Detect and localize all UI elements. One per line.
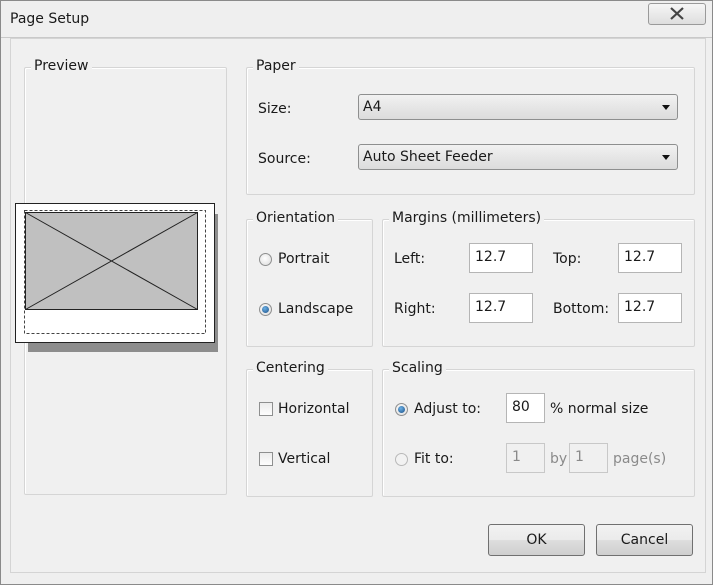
fit-height-value: 1 — [575, 449, 584, 465]
dialog-body: Preview Paper Size: A4 Source: Auto Shee… — [10, 38, 706, 573]
orientation-group: Orientation — [246, 210, 373, 347]
portrait-label[interactable]: Portrait — [278, 251, 329, 267]
right-margin-input[interactable]: 12.7 — [469, 293, 533, 323]
left-margin-input[interactable]: 12.7 — [469, 243, 533, 273]
page-preview — [15, 203, 218, 352]
left-margin-label: Left: — [394, 251, 426, 267]
fit-by-label: by — [550, 451, 568, 467]
paper-label: Paper — [253, 58, 299, 74]
fit-width-input[interactable]: 1 — [506, 443, 545, 473]
ok-button[interactable]: OK — [488, 524, 585, 556]
size-select[interactable]: A4 — [358, 94, 678, 120]
top-margin-input[interactable]: 12.7 — [618, 243, 682, 273]
window-title: Page Setup — [10, 11, 90, 27]
fit-height-input[interactable]: 1 — [569, 443, 608, 473]
horizontal-checkbox[interactable] — [259, 402, 273, 416]
left-margin-value: 12.7 — [475, 249, 507, 265]
fit-suffix: page(s) — [613, 451, 667, 467]
scaling-label: Scaling — [389, 360, 446, 376]
landscape-label[interactable]: Landscape — [278, 301, 353, 317]
fit-width-value: 1 — [512, 449, 521, 465]
chevron-down-icon — [662, 155, 670, 160]
adjust-to-label[interactable]: Adjust to: — [414, 401, 481, 417]
adjust-to-value: 80 — [512, 399, 530, 415]
vertical-label[interactable]: Vertical — [278, 451, 330, 467]
adjust-suffix: % normal size — [550, 401, 649, 417]
paper-group: Paper — [246, 58, 695, 195]
top-margin-label: Top: — [553, 251, 582, 267]
source-label: Source: — [258, 151, 311, 167]
source-select[interactable]: Auto Sheet Feeder — [358, 144, 678, 170]
right-margin-label: Right: — [394, 301, 436, 317]
fit-to-radio[interactable] — [395, 453, 408, 466]
horizontal-label[interactable]: Horizontal — [278, 401, 349, 417]
source-value: Auto Sheet Feeder — [363, 149, 493, 165]
orientation-label: Orientation — [253, 210, 339, 226]
portrait-radio[interactable] — [259, 253, 272, 266]
bottom-margin-value: 12.7 — [624, 299, 656, 315]
page-setup-dialog: Page Setup Preview Paper Size: A4 Source… — [0, 0, 713, 585]
margins-label: Margins (millimeters) — [389, 210, 545, 226]
close-button[interactable] — [648, 3, 706, 25]
close-icon — [670, 7, 684, 20]
cancel-button[interactable]: Cancel — [596, 524, 693, 556]
margins-group: Margins (millimeters) — [382, 210, 695, 347]
size-label: Size: — [258, 101, 292, 117]
title-bar: Page Setup — [1, 1, 712, 38]
centering-group: Centering — [246, 360, 373, 497]
bottom-margin-input[interactable]: 12.7 — [618, 293, 682, 323]
scaling-group: Scaling — [382, 360, 695, 497]
adjust-to-radio[interactable] — [395, 403, 408, 416]
bottom-margin-label: Bottom: — [553, 301, 610, 317]
size-value: A4 — [363, 99, 382, 115]
centering-label: Centering — [253, 360, 328, 376]
vertical-checkbox[interactable] — [259, 452, 273, 466]
chevron-down-icon — [662, 105, 670, 110]
preview-label: Preview — [31, 58, 92, 74]
right-margin-value: 12.7 — [475, 299, 507, 315]
top-margin-value: 12.7 — [624, 249, 656, 265]
fit-to-label[interactable]: Fit to: — [414, 451, 454, 467]
adjust-to-input[interactable]: 80 — [506, 393, 545, 423]
landscape-radio[interactable] — [259, 303, 272, 316]
